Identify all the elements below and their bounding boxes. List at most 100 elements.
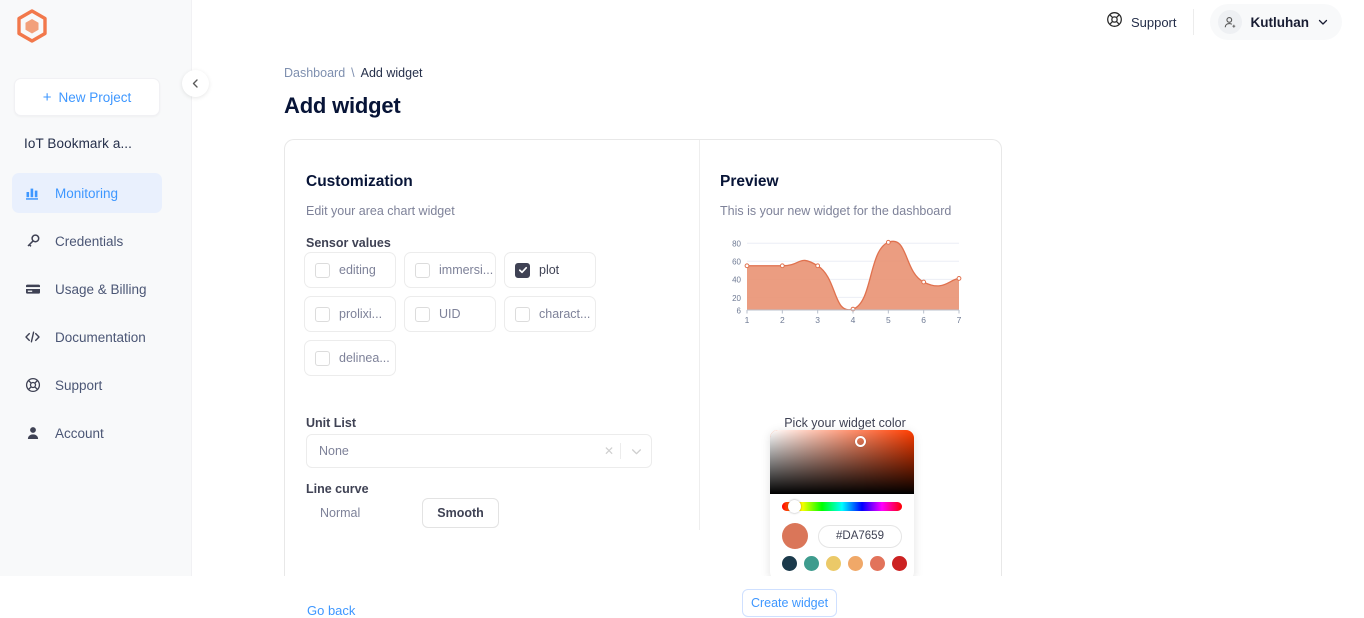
sensor-chip-plot[interactable]: plot bbox=[504, 252, 596, 288]
saturation-black-overlay bbox=[770, 430, 914, 494]
saturation-handle[interactable] bbox=[855, 436, 866, 447]
sidebar-nav: Monitoring Credentials bbox=[12, 173, 162, 461]
close-icon[interactable]: ✕ bbox=[598, 444, 620, 458]
header-actions: Support Kutluhan bbox=[1106, 4, 1342, 40]
sensor-chip-label: UID bbox=[439, 307, 461, 321]
person-icon bbox=[24, 425, 41, 442]
preset-swatch-1[interactable] bbox=[804, 556, 819, 571]
go-back-link[interactable]: Go back bbox=[307, 603, 355, 618]
svg-text:3: 3 bbox=[815, 315, 820, 325]
chevron-left-icon bbox=[191, 79, 200, 88]
sensor-chip-label: prolixi... bbox=[339, 307, 382, 321]
breadcrumb: Dashboard \ Add widget bbox=[284, 66, 423, 80]
plus-icon: + bbox=[43, 90, 52, 105]
create-widget-button[interactable]: Create widget bbox=[742, 589, 837, 617]
sidebar-item-documentation[interactable]: Documentation bbox=[12, 317, 162, 357]
saturation-area[interactable] bbox=[770, 430, 914, 494]
user-menu-button[interactable]: Kutluhan bbox=[1210, 4, 1343, 40]
column-divider bbox=[699, 140, 700, 530]
header-divider bbox=[1193, 9, 1194, 35]
svg-text:4: 4 bbox=[851, 315, 856, 325]
page-title: Add widget bbox=[284, 93, 401, 119]
user-name: Kutluhan bbox=[1251, 15, 1310, 30]
project-name[interactable]: IoT Bookmark a... bbox=[24, 136, 132, 151]
breadcrumb-current: Add widget bbox=[361, 66, 423, 80]
sidebar-item-support[interactable]: Support bbox=[12, 365, 162, 405]
checkbox-icon[interactable] bbox=[415, 263, 430, 278]
sensor-chip-editing[interactable]: editing bbox=[304, 252, 396, 288]
chevron-down-icon[interactable] bbox=[621, 446, 651, 457]
user-avatar-icon bbox=[1218, 10, 1242, 34]
code-icon bbox=[24, 329, 41, 346]
unit-list-select[interactable]: None ✕ bbox=[306, 434, 652, 468]
add-widget-card: Customization Edit your area chart widge… bbox=[284, 139, 1002, 576]
svg-text:5: 5 bbox=[886, 315, 891, 325]
sidebar-collapse-button[interactable] bbox=[182, 70, 209, 97]
svg-text:60: 60 bbox=[732, 258, 741, 267]
lifebuoy-icon bbox=[24, 377, 41, 394]
hexagon-logo-icon[interactable] bbox=[14, 8, 50, 44]
sidebar: + New Project IoT Bookmark a... Monitori… bbox=[0, 0, 192, 576]
sidebar-item-label: Credentials bbox=[55, 234, 123, 249]
hue-slider[interactable] bbox=[782, 502, 902, 511]
line-curve-option-normal[interactable]: Normal bbox=[306, 499, 374, 527]
preset-swatch-0[interactable] bbox=[782, 556, 797, 571]
sensor-chip-label: immersi... bbox=[439, 263, 493, 277]
sensor-chip-label: delinea... bbox=[339, 351, 390, 365]
preview-subtitle: This is your new widget for the dashboar… bbox=[720, 204, 951, 218]
preset-swatch-3[interactable] bbox=[848, 556, 863, 571]
new-project-label: New Project bbox=[58, 90, 131, 105]
sensor-chip-delineate[interactable]: delinea... bbox=[304, 340, 396, 376]
sensor-chip-label: editing bbox=[339, 263, 376, 277]
checkbox-icon[interactable] bbox=[515, 307, 530, 322]
svg-text:6: 6 bbox=[921, 315, 926, 325]
sensor-chip-character[interactable]: charact... bbox=[504, 296, 596, 332]
checkbox-icon[interactable] bbox=[315, 307, 330, 322]
credit-card-icon bbox=[24, 281, 41, 298]
unit-list-value: None bbox=[307, 444, 598, 458]
sidebar-item-monitoring[interactable]: Monitoring bbox=[12, 173, 162, 213]
sensor-chip-label: charact... bbox=[539, 307, 590, 321]
breadcrumb-dashboard-link[interactable]: Dashboard bbox=[284, 66, 345, 80]
preset-swatch-4[interactable] bbox=[870, 556, 885, 571]
checkbox-checked-icon[interactable] bbox=[515, 263, 530, 278]
hue-slider-handle[interactable] bbox=[788, 500, 801, 513]
lifebuoy-icon bbox=[1106, 11, 1123, 33]
hex-input[interactable]: #DA7659 bbox=[818, 525, 902, 548]
customization-title: Customization bbox=[306, 173, 413, 191]
chevron-down-icon bbox=[1318, 17, 1328, 27]
checkbox-icon[interactable] bbox=[415, 307, 430, 322]
checkbox-icon[interactable] bbox=[315, 351, 330, 366]
bar-chart-icon bbox=[24, 185, 41, 202]
checkbox-icon[interactable] bbox=[315, 263, 330, 278]
sensor-chip-immersive[interactable]: immersi... bbox=[404, 252, 496, 288]
app-root: + New Project IoT Bookmark a... Monitori… bbox=[0, 0, 1364, 576]
color-picker-label: Pick your widget color bbox=[720, 416, 970, 430]
sidebar-item-label: Monitoring bbox=[55, 186, 118, 201]
sensor-values-label: Sensor values bbox=[306, 236, 391, 250]
svg-text:1: 1 bbox=[745, 315, 750, 325]
sensor-values-group: editing immersi... plot prolixi bbox=[304, 252, 684, 376]
svg-text:80: 80 bbox=[732, 240, 741, 249]
sidebar-item-credentials[interactable]: Credentials bbox=[12, 221, 162, 261]
line-curve-option-smooth[interactable]: Smooth bbox=[422, 498, 499, 528]
sidebar-item-usage-billing[interactable]: Usage & Billing bbox=[12, 269, 162, 309]
color-picker: #DA7659 bbox=[770, 430, 914, 576]
preset-swatch-5[interactable] bbox=[892, 556, 907, 571]
sensor-chip-prolixity[interactable]: prolixi... bbox=[304, 296, 396, 332]
svg-text:40: 40 bbox=[732, 276, 741, 285]
current-color-swatch bbox=[782, 523, 808, 549]
unit-list-label: Unit List bbox=[306, 416, 356, 430]
line-curve-toggle: Normal Smooth bbox=[306, 498, 499, 528]
preset-swatch-2[interactable] bbox=[826, 556, 841, 571]
preset-swatches bbox=[770, 556, 914, 571]
sidebar-item-account[interactable]: Account bbox=[12, 413, 162, 453]
header-support-label: Support bbox=[1131, 15, 1177, 30]
page-content: Dashboard \ Add widget Add widget Custom… bbox=[192, 45, 1334, 576]
hue-row bbox=[770, 494, 914, 518]
sensor-chip-uid[interactable]: UID bbox=[404, 296, 496, 332]
svg-text:2: 2 bbox=[780, 315, 785, 325]
header-support-button[interactable]: Support bbox=[1106, 11, 1193, 33]
new-project-button[interactable]: + New Project bbox=[14, 78, 160, 116]
sidebar-item-label: Support bbox=[55, 378, 102, 393]
